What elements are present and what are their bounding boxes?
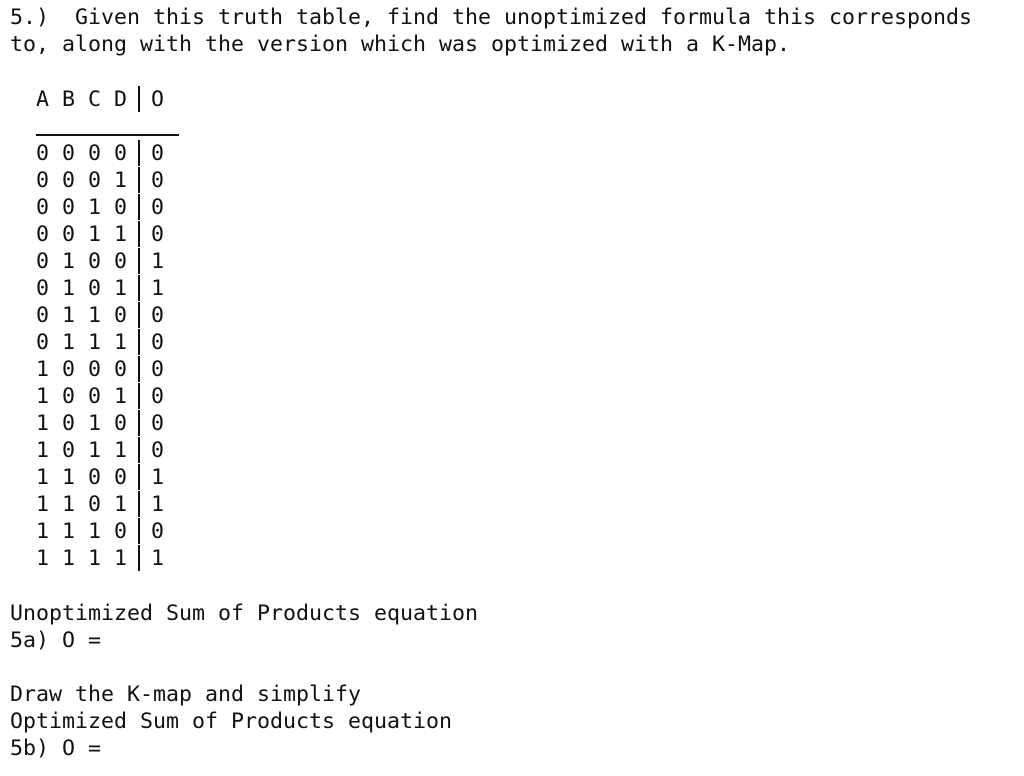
part-b-prompt: 5b) O = bbox=[10, 736, 102, 761]
row-output: 0 bbox=[151, 438, 165, 463]
truth-table-header: A B C DO bbox=[36, 86, 164, 113]
row-inputs: 0 1 1 1 bbox=[36, 330, 128, 355]
row-output: 0 bbox=[151, 168, 165, 193]
row-inputs: 0 0 1 0 bbox=[36, 195, 128, 220]
row-inputs: 1 0 1 1 bbox=[36, 438, 128, 463]
table-row: 1 0 0 1 0 bbox=[36, 383, 164, 410]
row-output: 0 bbox=[151, 411, 165, 436]
row-output: 0 bbox=[151, 195, 165, 220]
row-inputs: 1 1 1 0 bbox=[36, 519, 128, 544]
column-divider bbox=[138, 329, 141, 355]
table-row: 1 1 0 1 1 bbox=[36, 491, 164, 518]
row-output: 0 bbox=[151, 384, 165, 409]
row-output: 0 bbox=[151, 222, 165, 247]
header-underline bbox=[36, 134, 179, 136]
row-output: 1 bbox=[151, 465, 165, 490]
row-output: 0 bbox=[151, 303, 165, 328]
part-b-instruction: Draw the K-map and simplify bbox=[10, 682, 362, 707]
inputs-header: A B C D bbox=[36, 87, 128, 112]
row-inputs: 0 0 1 1 bbox=[36, 222, 128, 247]
row-inputs: 0 0 0 1 bbox=[36, 168, 128, 193]
row-inputs: 1 1 0 0 bbox=[36, 465, 128, 490]
table-row: 1 0 1 0 0 bbox=[36, 410, 164, 437]
part-a-heading: Unoptimized Sum of Products equation bbox=[10, 601, 479, 626]
column-divider bbox=[138, 248, 141, 274]
row-inputs: 0 0 0 0 bbox=[36, 141, 128, 166]
table-row: 1 0 1 1 0 bbox=[36, 437, 164, 464]
row-output: 1 bbox=[151, 249, 165, 274]
question-line-1: 5.) Given this truth table, find the uno… bbox=[10, 5, 973, 30]
table-row: 0 0 1 1 0 bbox=[36, 221, 164, 248]
column-divider bbox=[138, 167, 141, 193]
row-inputs: 1 0 1 0 bbox=[36, 411, 128, 436]
table-row: 1 1 1 0 0 bbox=[36, 518, 164, 545]
column-divider bbox=[138, 86, 141, 112]
column-divider bbox=[138, 356, 141, 382]
row-output: 1 bbox=[151, 276, 165, 301]
column-divider bbox=[138, 302, 141, 328]
part-a-prompt: 5a) O = bbox=[10, 628, 102, 653]
column-divider bbox=[138, 410, 141, 436]
column-divider bbox=[138, 221, 141, 247]
row-output: 1 bbox=[151, 546, 165, 571]
row-inputs: 0 1 1 0 bbox=[36, 303, 128, 328]
row-inputs: 1 1 1 1 bbox=[36, 546, 128, 571]
column-divider bbox=[138, 545, 141, 571]
row-output: 0 bbox=[151, 519, 165, 544]
table-row: 0 1 0 0 1 bbox=[36, 248, 164, 275]
question-line-2: to, along with the version which was opt… bbox=[10, 32, 791, 57]
column-divider bbox=[138, 518, 141, 544]
row-output: 0 bbox=[151, 141, 165, 166]
table-row: 0 0 1 0 0 bbox=[36, 194, 164, 221]
table-row: 1 0 0 0 0 bbox=[36, 356, 164, 383]
row-output: 0 bbox=[151, 330, 165, 355]
row-inputs: 1 1 0 1 bbox=[36, 492, 128, 517]
table-row: 0 1 1 1 0 bbox=[36, 329, 164, 356]
column-divider bbox=[138, 464, 141, 490]
part-b-heading: Optimized Sum of Products equation bbox=[10, 709, 453, 734]
table-row: 0 1 1 0 0 bbox=[36, 302, 164, 329]
column-divider bbox=[138, 383, 141, 409]
row-inputs: 1 0 0 0 bbox=[36, 357, 128, 382]
table-row: 0 0 0 0 0 bbox=[36, 140, 164, 167]
output-header: O bbox=[151, 87, 165, 112]
column-divider bbox=[138, 437, 141, 463]
column-divider bbox=[138, 140, 141, 166]
row-inputs: 0 1 0 1 bbox=[36, 276, 128, 301]
column-divider bbox=[138, 194, 141, 220]
row-inputs: 0 1 0 0 bbox=[36, 249, 128, 274]
row-output: 1 bbox=[151, 492, 165, 517]
row-inputs: 1 0 0 1 bbox=[36, 384, 128, 409]
column-divider bbox=[138, 275, 141, 301]
table-row: 0 0 0 1 0 bbox=[36, 167, 164, 194]
table-row: 0 1 0 1 1 bbox=[36, 275, 164, 302]
column-divider bbox=[138, 491, 141, 517]
row-output: 0 bbox=[151, 357, 165, 382]
table-row: 1 1 0 0 1 bbox=[36, 464, 164, 491]
table-row: 1 1 1 1 1 bbox=[36, 545, 164, 572]
